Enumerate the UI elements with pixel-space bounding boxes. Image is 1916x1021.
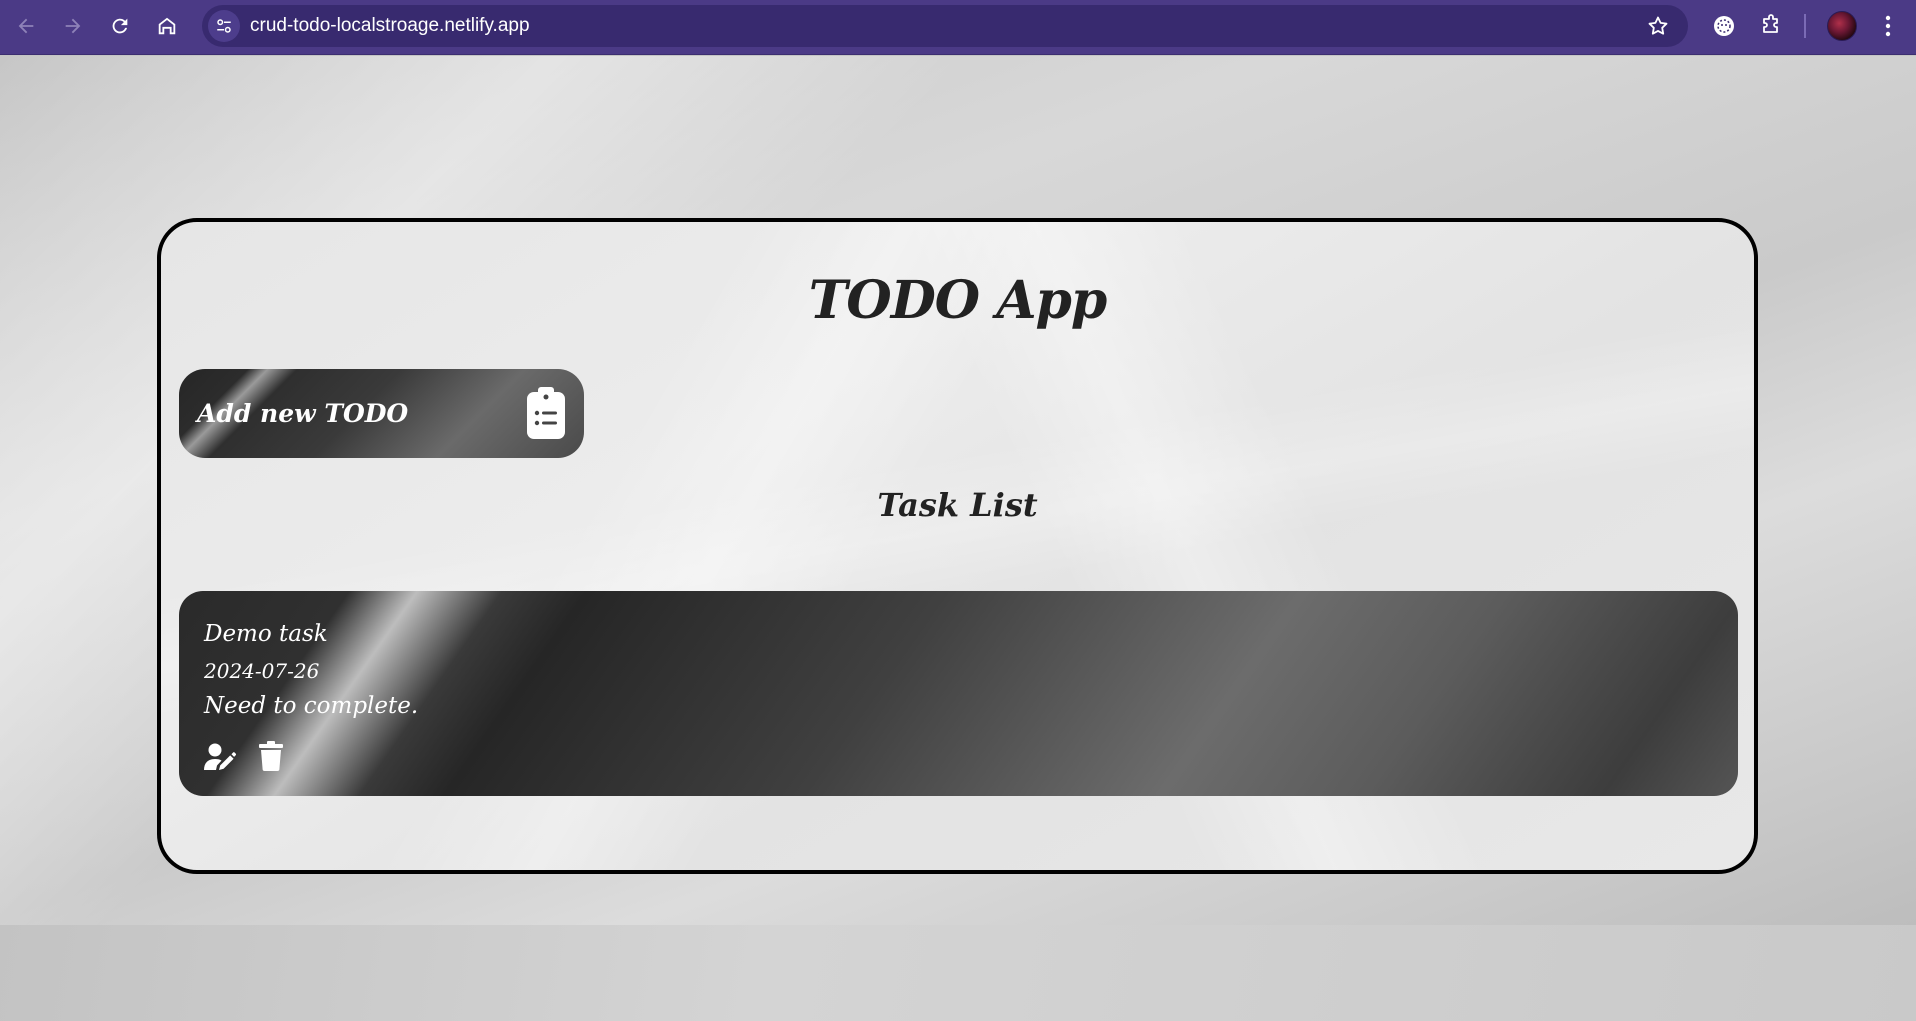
extension-icon	[1714, 16, 1734, 36]
extensions-menu-button[interactable]	[1756, 11, 1786, 41]
back-button[interactable]	[10, 10, 42, 42]
forward-icon	[65, 18, 81, 34]
trash-icon[interactable]	[259, 741, 283, 771]
add-todo-button[interactable]: Add new TODO	[179, 369, 584, 458]
browser-toolbar: crud-todo-localstroage.netlify.app	[0, 0, 1916, 55]
app-title: TODO App	[808, 270, 1108, 331]
forward-button[interactable]	[57, 10, 89, 42]
address-bar[interactable]: crud-todo-localstroage.netlify.app	[202, 5, 1688, 47]
home-icon	[158, 17, 176, 35]
reload-button[interactable]	[104, 10, 136, 42]
site-info-icon	[217, 19, 231, 33]
add-todo-label: Add new TODO	[197, 399, 409, 428]
back-icon	[18, 18, 34, 34]
more-menu-button[interactable]	[1874, 11, 1902, 41]
url-text[interactable]: crud-todo-localstroage.netlify.app	[250, 5, 530, 47]
task-item: Demo task 2024-07-26 Need to complete.	[179, 591, 1738, 796]
clipboard-list-icon	[527, 387, 565, 439]
user-edit-icon[interactable]	[204, 743, 236, 771]
task-date: 2024-07-26	[204, 659, 320, 683]
toolbar-divider	[1804, 14, 1806, 38]
profile-avatar[interactable]	[1827, 11, 1857, 41]
site-info-button[interactable]	[208, 10, 240, 42]
page-viewport: TODO App Add new TODO Task List Demo tas…	[0, 56, 1916, 925]
reload-icon	[112, 18, 128, 34]
bookmark-star-icon[interactable]	[1646, 14, 1670, 38]
puzzle-icon	[1763, 14, 1778, 33]
task-title: Demo task	[204, 621, 328, 647]
more-menu-icon	[1885, 15, 1891, 37]
task-list-title: Task List	[877, 486, 1038, 524]
task-description: Need to complete.	[204, 693, 419, 719]
extension-button[interactable]	[1709, 11, 1739, 41]
home-button[interactable]	[151, 10, 183, 42]
page-bottom-area	[0, 925, 1916, 1021]
todo-card: TODO App Add new TODO Task List Demo tas…	[157, 218, 1758, 874]
